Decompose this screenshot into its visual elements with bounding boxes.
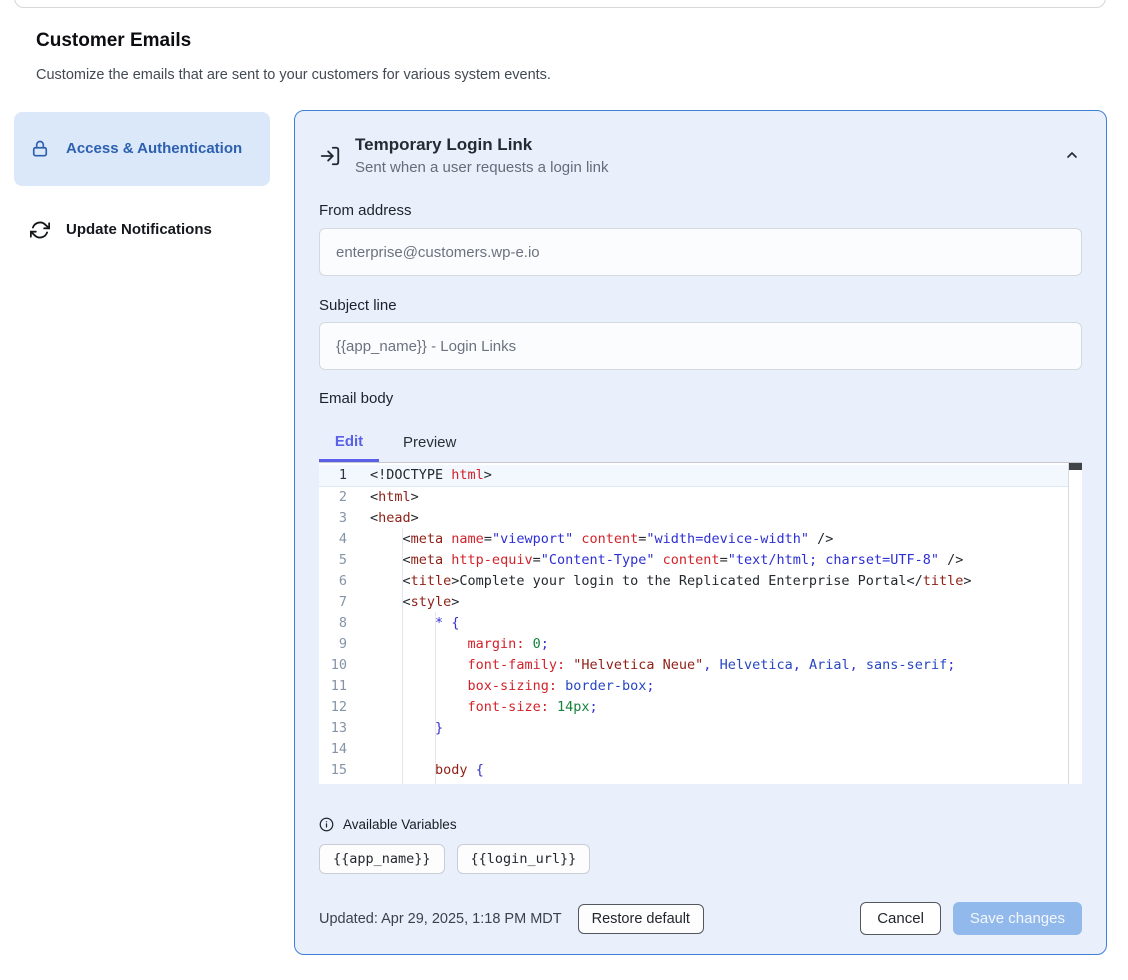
code-line: 5 <meta http-equiv="Content-Type" conten… [319, 550, 1082, 571]
log-in-icon [319, 145, 341, 167]
panel-header: Temporary Login Link Sent when a user re… [319, 135, 1082, 176]
sidebar-item-access-authentication[interactable]: Access & Authentication [14, 112, 270, 186]
editor-scrollbar-thumb[interactable] [1069, 463, 1082, 470]
updated-timestamp: Updated: Apr 29, 2025, 1:18 PM MDT [319, 911, 562, 927]
available-variables-header: Available Variables [319, 817, 1082, 832]
code-line: 6 <title>Complete your login to the Repl… [319, 571, 1082, 592]
code-line: 12 font-size: 14px; [319, 697, 1082, 718]
subject-line-label: Subject line [319, 297, 1082, 315]
page-subtitle: Customize the emails that are sent to yo… [36, 67, 551, 83]
panel-footer: Updated: Apr 29, 2025, 1:18 PM MDT Resto… [319, 902, 1082, 935]
panel-subtitle: Sent when a user requests a login link [355, 159, 608, 176]
refresh-icon [30, 220, 50, 240]
previous-section-card-edge [14, 0, 1106, 8]
save-changes-button[interactable]: Save changes [953, 902, 1082, 935]
indent-guide [402, 528, 403, 784]
email-types-sidebar: Access & Authentication Update Notificat… [14, 112, 270, 255]
email-body-tabs: Edit Preview [319, 424, 1082, 462]
code-line: 4 <meta name="viewport" content="width=d… [319, 529, 1082, 550]
code-line: 10 font-family: "Helvetica Neue", Helvet… [319, 655, 1082, 676]
code-line: 11 box-sizing: border-box; [319, 676, 1082, 697]
code-line: 8 * { [319, 613, 1082, 634]
email-body-label: Email body [319, 390, 1082, 408]
code-line: 3<head> [319, 508, 1082, 529]
subject-line-input[interactable] [319, 322, 1082, 370]
code-editor[interactable]: 1<!DOCTYPE html>2<html>3<head>4 <meta na… [319, 462, 1082, 784]
code-line: 9 margin: 0; [319, 634, 1082, 655]
variable-chip-app-name[interactable]: {{app_name}} [319, 844, 445, 874]
code-line: 13 } [319, 718, 1082, 739]
info-icon [319, 817, 334, 832]
tab-edit[interactable]: Edit [319, 424, 379, 462]
variable-chip-login-url[interactable]: {{login_url}} [457, 844, 591, 874]
cancel-button[interactable]: Cancel [860, 902, 941, 935]
restore-default-button[interactable]: Restore default [578, 904, 704, 934]
from-address-label: From address [319, 202, 1082, 220]
code-line: 1<!DOCTYPE html> [319, 465, 1082, 487]
code-line: 7 <style> [319, 592, 1082, 613]
available-variables-label: Available Variables [343, 817, 457, 832]
editor-scrollbar[interactable] [1068, 463, 1082, 784]
variable-chips: {{app_name}} {{login_url}} [319, 844, 1082, 874]
sidebar-item-update-notifications[interactable]: Update Notifications [14, 205, 270, 255]
code-line: 15 body { [319, 760, 1082, 781]
indent-guide [435, 612, 436, 784]
tab-preview[interactable]: Preview [379, 424, 480, 462]
code-line: 16 background-color: #f6f6f6; [319, 781, 1082, 784]
from-address-input[interactable] [319, 228, 1082, 276]
code-lines: 1<!DOCTYPE html>2<html>3<head>4 <meta na… [319, 463, 1082, 784]
sidebar-item-label: Update Notifications [66, 218, 212, 242]
temporary-login-link-panel: Temporary Login Link Sent when a user re… [294, 110, 1107, 955]
page-title: Customer Emails [36, 30, 191, 52]
chevron-up-icon [1064, 147, 1080, 163]
code-line: 14 [319, 739, 1082, 760]
sidebar-item-label: Access & Authentication [66, 137, 242, 161]
lock-icon [30, 139, 50, 159]
panel-title: Temporary Login Link [355, 135, 608, 155]
collapse-section-button[interactable] [1064, 147, 1080, 163]
code-line: 2<html> [319, 487, 1082, 508]
